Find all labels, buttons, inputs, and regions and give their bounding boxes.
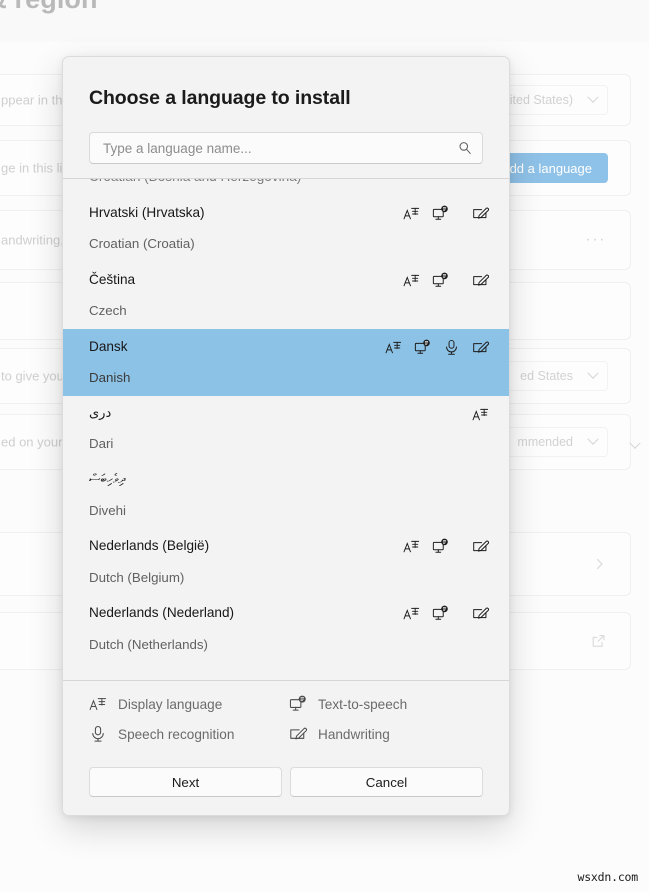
legend-item: Text-to-speech bbox=[289, 695, 483, 713]
choose-language-dialog: Choose a language to install Croatian (B… bbox=[62, 56, 510, 816]
language-row[interactable]: Hrvatski (Hrvatska)Croatian (Croatia) bbox=[63, 195, 509, 262]
text-to-speech-icon bbox=[432, 538, 449, 555]
display-language-icon bbox=[403, 605, 420, 622]
chevron-down-icon bbox=[587, 92, 598, 103]
screen: ge & region ppear in thisUnited States)g… bbox=[0, 0, 649, 892]
legend-item-label: Text-to-speech bbox=[318, 697, 407, 712]
language-english-name: Croatian (Croatia) bbox=[89, 234, 483, 253]
language-row[interactable]: ČeštinaCzech bbox=[63, 262, 509, 329]
language-feature-icons bbox=[403, 205, 489, 222]
language-list-inner: Croatian (Bosnia and Herzegovina) Hrvatsk… bbox=[63, 179, 509, 662]
language-row[interactable]: Croatian (Bosnia and Herzegovina) bbox=[63, 179, 509, 195]
dialog-header: Choose a language to install bbox=[63, 57, 509, 164]
chevron-down-icon bbox=[587, 368, 598, 379]
language-feature-icons bbox=[385, 339, 489, 356]
language-feature-icons bbox=[472, 406, 489, 423]
settings-row-label: ge in this lis bbox=[1, 161, 69, 176]
language-row[interactable]: دری Dari bbox=[63, 396, 509, 462]
speech-recognition-icon bbox=[443, 339, 460, 356]
next-button[interactable]: Next bbox=[89, 767, 282, 797]
language-english-name: Dutch (Belgium) bbox=[89, 568, 483, 587]
cancel-button[interactable]: Cancel bbox=[290, 767, 483, 797]
legend-item-label: Speech recognition bbox=[118, 727, 234, 742]
watermark: wsxdn.com bbox=[577, 870, 638, 884]
speech-recognition-icon bbox=[89, 725, 107, 743]
handwriting-icon bbox=[472, 538, 489, 555]
language-row-selected[interactable]: DanskDanish bbox=[63, 329, 509, 396]
search-field-wrapper bbox=[89, 132, 483, 164]
language-feature-icons bbox=[403, 272, 489, 289]
text-to-speech-icon bbox=[289, 695, 307, 713]
language-native-name: دری bbox=[89, 404, 483, 423]
legend-item: Handwriting bbox=[289, 725, 483, 743]
handwriting-icon bbox=[472, 205, 489, 222]
legend-item-label: Display language bbox=[118, 697, 222, 712]
display-language-icon bbox=[403, 538, 420, 555]
language-row[interactable]: ދިވެހިބަސް Divehi bbox=[63, 462, 509, 528]
settings-row-label: to give you bbox=[1, 369, 64, 384]
language-native-name: ދިވެހިބަސް bbox=[89, 470, 483, 489]
chevron-down-icon bbox=[587, 434, 598, 445]
display-language-icon bbox=[385, 339, 402, 356]
open-external-icon[interactable] bbox=[591, 634, 606, 649]
display-language-icon bbox=[89, 695, 107, 713]
chevron-right-icon[interactable] bbox=[593, 558, 606, 571]
page-title: ge & region bbox=[0, 0, 98, 15]
language-list[interactable]: Croatian (Bosnia and Herzegovina) Hrvatsk… bbox=[63, 179, 509, 680]
language-english-name: Dutch (Netherlands) bbox=[89, 635, 483, 654]
handwriting-icon bbox=[472, 605, 489, 622]
legend-item: Speech recognition bbox=[89, 725, 289, 743]
text-to-speech-icon bbox=[414, 339, 431, 356]
text-to-speech-icon bbox=[432, 205, 449, 222]
legend-item: Display language bbox=[89, 695, 289, 713]
text-to-speech-icon bbox=[432, 605, 449, 622]
language-english-name: Dari bbox=[89, 434, 483, 453]
display-language-icon bbox=[472, 406, 489, 423]
more-options-icon[interactable]: ··· bbox=[586, 232, 606, 248]
handwriting-icon bbox=[472, 339, 489, 356]
language-english-name: Czech bbox=[89, 301, 483, 320]
language-feature-icons bbox=[403, 605, 489, 622]
dialog-footer: Display language Text-to-speech Speech r… bbox=[63, 681, 509, 815]
display-language-icon bbox=[403, 272, 420, 289]
language-english-name: Divehi bbox=[89, 501, 483, 520]
search-input[interactable] bbox=[89, 132, 483, 164]
dialog-title: Choose a language to install bbox=[89, 87, 483, 110]
language-native-name: Croatian (Bosnia and Herzegovina) bbox=[89, 179, 483, 187]
dialog-buttons: Next Cancel bbox=[89, 767, 483, 797]
feature-legend: Display language Text-to-speech Speech r… bbox=[89, 695, 483, 743]
language-english-name: Danish bbox=[89, 368, 483, 387]
handwriting-icon bbox=[289, 725, 307, 743]
text-to-speech-icon bbox=[432, 272, 449, 289]
display-language-icon bbox=[403, 205, 420, 222]
language-feature-icons bbox=[403, 538, 489, 555]
settings-row-label: andwriting, l bbox=[1, 233, 70, 248]
language-row[interactable]: Nederlands (België)Dutch (Belgium) bbox=[63, 528, 509, 595]
settings-dropdown-value: mmended bbox=[517, 435, 573, 449]
settings-dropdown-value: ed States bbox=[520, 369, 573, 383]
handwriting-icon bbox=[472, 272, 489, 289]
legend-item-label: Handwriting bbox=[318, 727, 390, 742]
language-row[interactable]: Nederlands (Nederland)Dutch (Netherlands… bbox=[63, 595, 509, 662]
